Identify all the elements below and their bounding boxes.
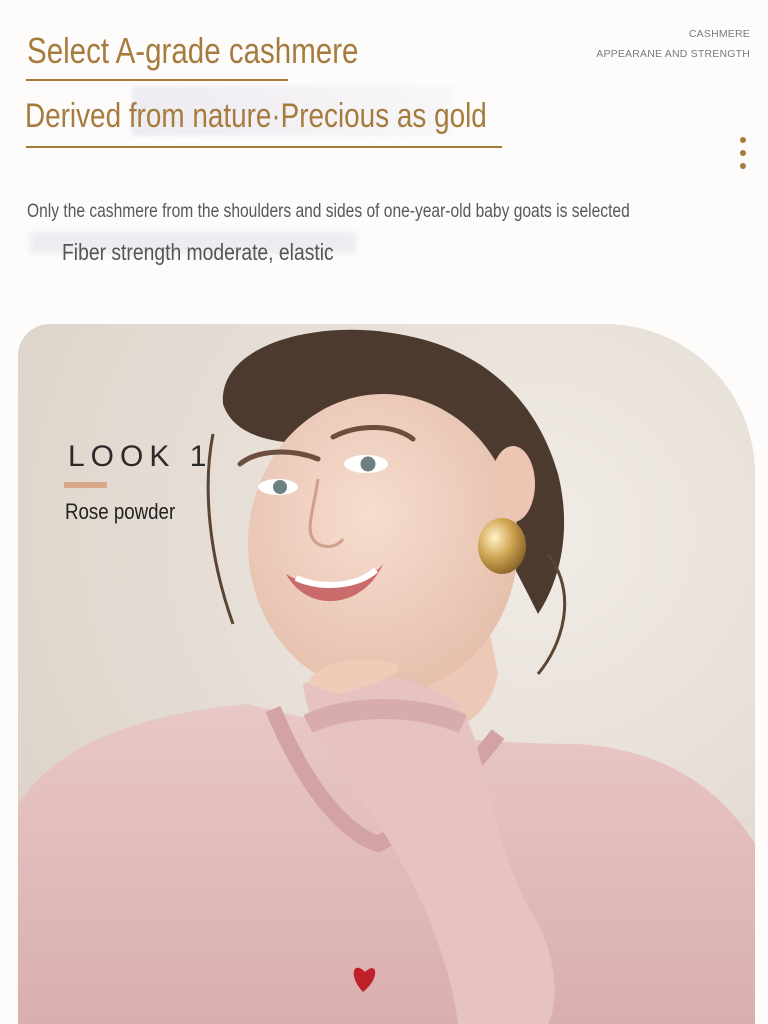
more-vertical-icon[interactable] [740, 137, 748, 171]
dot [740, 163, 746, 169]
dot [740, 150, 746, 156]
description-highlight: Fiber strength moderate, elastic [62, 239, 334, 265]
look-title: LOOK 1 [68, 440, 213, 473]
model-photo [18, 324, 755, 1024]
iris [360, 456, 376, 472]
title-underline [26, 79, 288, 81]
look-color-name: Rose powder [65, 499, 176, 524]
description-line: Only the cashmere from the shoulders and… [27, 201, 630, 222]
header-section: Select A-grade cashmere Derived from nat… [0, 0, 768, 320]
subtitle-underline [26, 146, 502, 148]
ear [491, 446, 535, 522]
dot [740, 137, 746, 143]
model-illustration [18, 324, 755, 1024]
page-title: Select A-grade cashmere [27, 30, 359, 71]
iris [273, 480, 287, 494]
category-subtag: APPEARANE AND STRENGTH [596, 48, 750, 60]
category-tag: CASHMERE [688, 28, 750, 40]
face [248, 394, 518, 694]
look-accent-bar [64, 482, 107, 488]
gold-earring [478, 518, 526, 574]
page-subtitle: Derived from nature·Precious as gold [25, 97, 487, 135]
